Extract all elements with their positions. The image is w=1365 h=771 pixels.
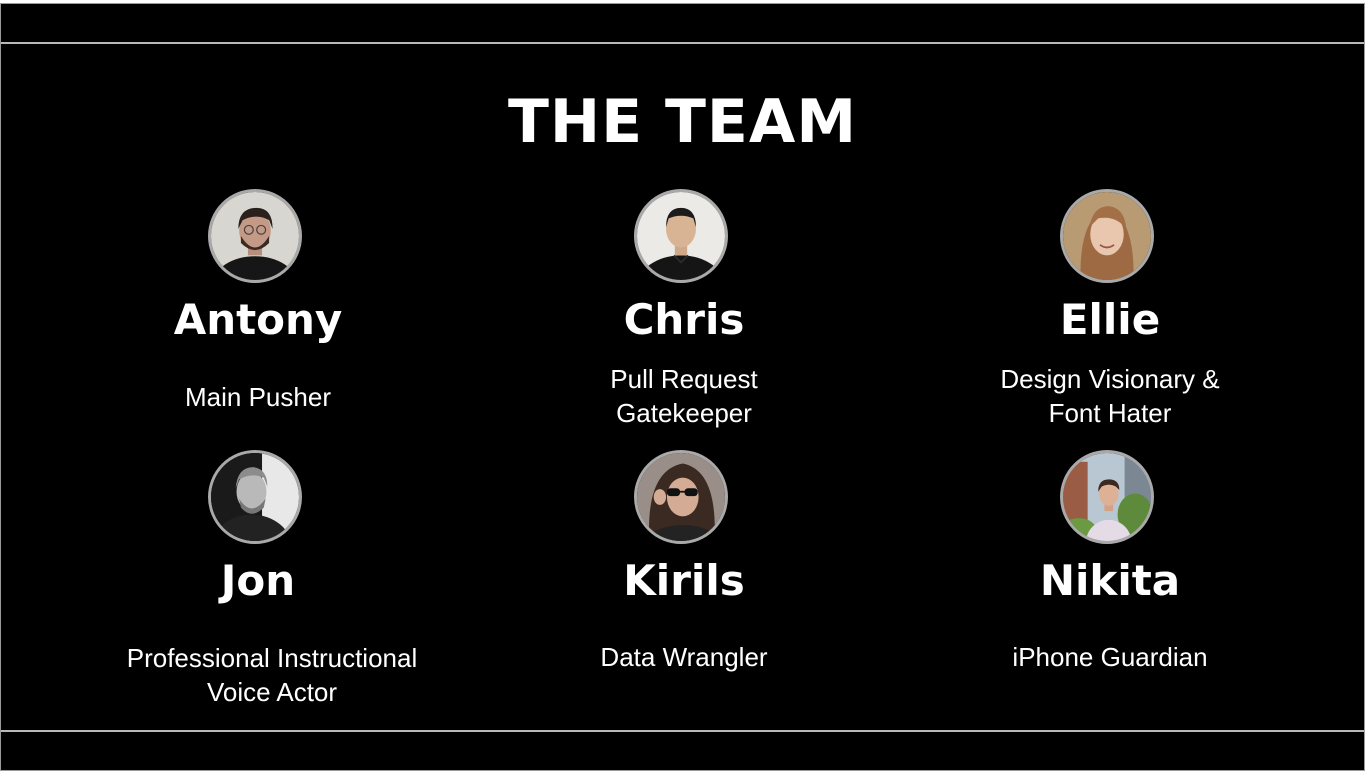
avatar-antony	[208, 189, 302, 283]
portrait-image	[1063, 453, 1151, 541]
member-name: Chris	[623, 295, 745, 344]
member-role: Design Visionary & Font Hater	[1000, 364, 1220, 428]
member-name: Antony	[173, 295, 343, 344]
member-role: Professional Instructional Voice Actor	[126, 643, 418, 707]
member-name: Jon	[220, 556, 296, 605]
slide: THE TEAM Antony Main Pusher Chris Pull R…	[0, 3, 1365, 771]
avatar-ellie	[1060, 189, 1154, 283]
member-role: Main Pusher	[185, 382, 331, 412]
avatar-nikita	[1060, 450, 1154, 544]
portrait-image	[211, 453, 299, 541]
member-name: Nikita	[1039, 556, 1181, 605]
member-role: iPhone Guardian	[1012, 642, 1208, 672]
member-role: Data Wrangler	[600, 642, 768, 672]
avatar-jon	[208, 450, 302, 544]
member-name: Kirils	[623, 556, 745, 605]
top-divider	[1, 42, 1364, 44]
bottom-divider	[1, 730, 1364, 732]
portrait-image	[637, 192, 725, 280]
member-role: Pull Request Gatekeeper	[610, 364, 758, 428]
member-name: Ellie	[1059, 295, 1161, 344]
portrait-image	[637, 453, 725, 541]
slide-title: THE TEAM	[507, 87, 858, 157]
avatar-kirils	[634, 450, 728, 544]
portrait-image	[1063, 192, 1151, 280]
portrait-image	[211, 192, 299, 280]
avatar-chris	[634, 189, 728, 283]
